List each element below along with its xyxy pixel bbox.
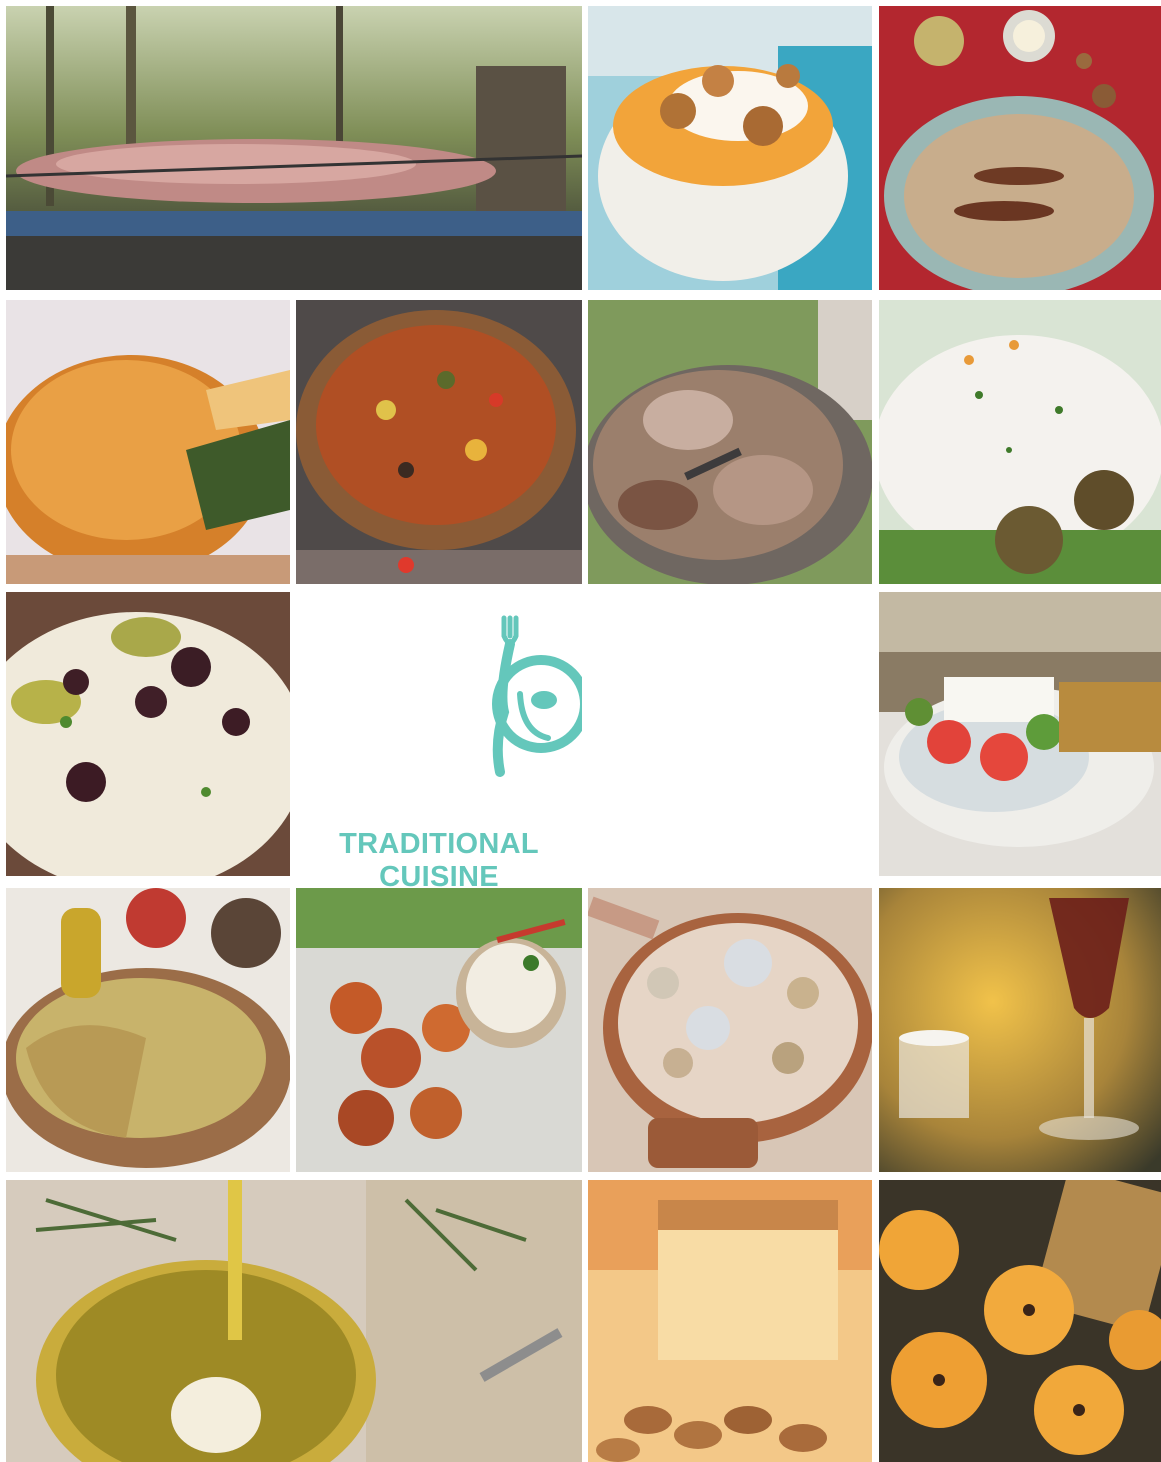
photo-spiced-mandarins	[879, 1180, 1161, 1462]
photo-yogurt-walnuts-honey	[588, 6, 872, 290]
photo-olive-oil-jar	[6, 1180, 582, 1462]
photo-wine-and-ouzo	[879, 888, 1161, 1172]
photo-kebabs-on-platter	[879, 6, 1161, 290]
photo-greek-salad	[879, 592, 1161, 876]
photo-almond-dessert	[588, 1180, 872, 1462]
photo-roasted-cauliflower	[296, 888, 582, 1172]
photo-cream-cheese-dip	[879, 300, 1161, 584]
photo-spit-roast-lamb	[6, 6, 582, 290]
photo-roast-meat-platter	[588, 300, 872, 584]
brand-panel: TRADITIONAL CUISINE	[296, 592, 582, 893]
photo-spinach-pie	[6, 300, 290, 584]
photo-vegetable-stew-pot	[296, 300, 582, 584]
brand-title: TRADITIONAL CUISINE	[339, 828, 539, 893]
photo-dumplings-board	[588, 888, 872, 1172]
photo-olive-feta-dish	[6, 592, 290, 876]
photo-corn-bread-pie	[6, 888, 290, 1172]
